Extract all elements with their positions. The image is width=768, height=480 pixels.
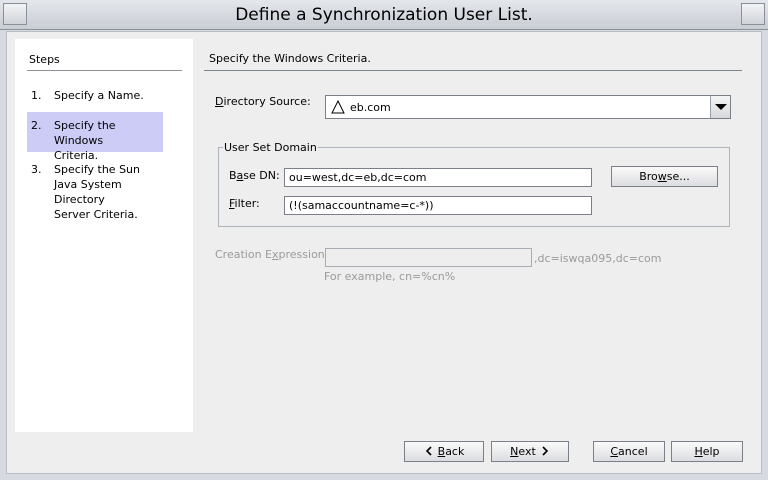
base-dn-input[interactable]: ou=west,dc=eb,dc=com (284, 168, 592, 187)
warning-triangle-icon (331, 100, 345, 114)
window-control-button[interactable] (741, 3, 765, 25)
base-dn-label: Base DN: (229, 169, 280, 182)
label-text: Creation E (215, 248, 272, 261)
step-label: Specify the Windows Criteria. (54, 119, 116, 162)
label-text: se DN: (243, 169, 280, 182)
label-text: Bro (639, 170, 658, 183)
directory-source-select[interactable]: eb.com (325, 95, 731, 119)
step-label: Specify the Sun Java System Directory Se… (54, 163, 140, 221)
back-button[interactable]: Back (404, 441, 484, 462)
mnemonic: H (694, 445, 703, 458)
label-text: ext (518, 445, 536, 458)
mnemonic: w (657, 170, 667, 183)
user-set-domain-title: User Set Domain (223, 141, 318, 154)
steps-title: Steps (29, 53, 60, 66)
mnemonic: C (610, 445, 619, 458)
creation-expression-input[interactable] (325, 248, 532, 267)
chevron-down-icon[interactable] (710, 96, 730, 118)
label-text: B (229, 169, 237, 182)
label-text: ilter: (234, 197, 260, 210)
filter-input[interactable]: (!(samaccountname=c-*)) (284, 196, 592, 215)
filter-label: Filter: (229, 197, 260, 210)
chevron-left-icon (425, 446, 432, 456)
step-label: Specify a Name. (54, 89, 144, 102)
creation-expression-suffix: ,dc=iswqa095,dc=com (534, 252, 662, 265)
label-text: se... (666, 170, 690, 183)
help-button[interactable]: Help (671, 441, 743, 462)
user-set-domain-group (218, 147, 730, 227)
directory-source-value: eb.com (350, 101, 391, 114)
next-button[interactable]: Next (491, 441, 569, 462)
label-text: irectory Source: (223, 95, 311, 108)
title-bar: Define a Synchronization User List. (0, 0, 768, 30)
step-number: 3. (31, 163, 42, 176)
label-text: ancel (618, 445, 648, 458)
step-item-1[interactable]: 1. Specify a Name. (27, 88, 163, 104)
page-heading: Specify the Windows Criteria. (209, 52, 371, 65)
heading-divider (204, 70, 742, 71)
label-text: pression: (278, 248, 329, 261)
label-text: ack (445, 445, 465, 458)
chevron-right-icon (542, 446, 548, 456)
label-text: elp (702, 445, 720, 458)
step-number: 2. (31, 119, 42, 132)
step-number: 1. (31, 89, 42, 102)
step-item-3[interactable]: 3. Specify the Sun Java System Directory… (27, 162, 163, 224)
browse-button[interactable]: Browse... (611, 166, 718, 187)
cancel-button[interactable]: Cancel (593, 441, 665, 462)
creation-expression-label: Creation Expression: (215, 248, 328, 261)
step-item-2[interactable]: 2. Specify the Windows Criteria. (27, 112, 163, 162)
wizard-dialog: Steps 1. Specify a Name. 2. Specify the … (6, 31, 762, 474)
directory-source-label: Directory Source: (215, 95, 311, 108)
steps-divider (27, 70, 182, 71)
creation-expression-example: For example, cn=%cn% (324, 270, 456, 283)
steps-panel: Steps 1. Specify a Name. 2. Specify the … (15, 39, 193, 432)
window-title: Define a Synchronization User List. (235, 5, 533, 25)
